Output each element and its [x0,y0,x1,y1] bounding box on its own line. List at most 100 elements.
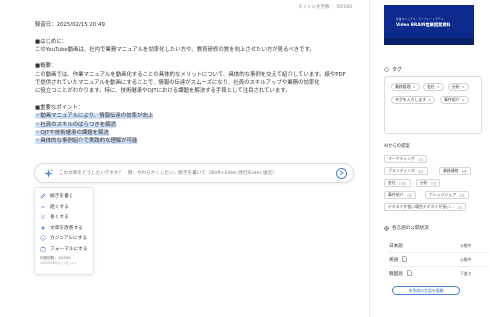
remove-tag-icon[interactable]: × [428,98,431,102]
language-status: 公開中 [460,243,472,248]
app-page: タイトル文字数： 50/100 録音日：2025/02/15 20:49 ■はじ… [0,0,490,317]
ai-sparkle-icon [41,166,55,180]
suggested-tag[interactable]: テキストが長い場合テキストが長い... 1件 [384,203,467,211]
menu-item-shorten[interactable]: 短くする [35,202,93,213]
suggested-tag-label: 業務連絡 [443,168,459,173]
point-item-text: ・社員のスキルのばらつきを解消 [35,121,116,128]
suggested-tag[interactable]: 業務連絡 8件 [439,167,472,175]
suggested-tag-count: 3件 [459,193,465,198]
suggested-tag-count: 7件 [406,193,413,198]
point-item: ・社員のスキルのばらつきを解消 [35,121,355,129]
right-sidebar: 作業マニュアル・テンプレートモデル Video BRAIN営業提案資料 タグ 業… [369,0,490,317]
overview-line: この動画では、作業マニュアルを動画化することの具体的なメリットについて、具体的な… [35,71,346,78]
tag-chip[interactable]: 事件紹介 × [440,96,469,104]
suggested-tag[interactable]: 事件紹介 7件 [384,191,417,199]
menu-item-label: フォーマルにする [50,246,88,252]
intro-heading: ■はじめに： [35,38,68,45]
suggested-tag-label: ブランディング [388,168,415,173]
overview-line: に役立つことがわかります。特に、技術継承やOJTにおける課題を解決する手段として… [35,88,291,95]
menu-item-label: 続きを書く [50,194,74,200]
point-item-text: ・動画マニュアルにより、情報伝達の効率が向上 [35,113,154,120]
remove-tag-icon[interactable]: × [462,85,465,89]
overview-heading: ■概要： [35,63,57,70]
menu-item-improve[interactable]: 文章を改善する [35,223,93,234]
point-item: ・OJTや技術継承の課題を解決 [35,129,355,137]
ai-action-menu: 続きを書く 短くする 長くする 文章を改善する カジュアルにする フォーマルにす… [34,187,94,275]
document-icon [407,270,412,278]
suggested-tag-count: 1件 [456,205,463,210]
thumbnail-stripe [384,38,474,45]
menu-item-casual[interactable]: カジュアルにする [35,233,93,244]
publish-title-label: 各言語の公開状況 [392,226,429,231]
point-item-text: ・具体的な事例紹介で実践的な理解が可能 [35,138,138,145]
ai-prompt-input[interactable] [59,167,336,179]
suggested-tag[interactable]: ブランディング 6件 [384,167,428,175]
point-item-text: ・OJTや技術継承の課題を解決 [35,129,109,136]
tag-chip-label: 業務管理 [395,84,411,89]
menu-item-lengthen[interactable]: 長くする [35,212,93,223]
suggested-tag-count: 1件 [417,157,424,162]
thumbnail-subtitle: 作業マニュアル・テンプレートモデル [396,17,444,21]
suggested-tag[interactable]: 分析 5件 [416,179,441,187]
language-row-english[interactable]: 英語 公開中 [389,254,485,266]
suggested-tag[interactable]: 金社 10件 [384,179,411,187]
briefcase-icon [40,246,46,252]
ai-suggestions-title: AIからの提案 [384,144,410,149]
remove-tag-icon[interactable]: × [413,85,416,89]
editor-area: タイトル文字数： 50/100 録音日：2025/02/15 20:49 ■はじ… [0,0,368,317]
menu-item-continue[interactable]: 続きを書く [35,191,93,202]
language-row-japanese[interactable]: 日本語 公開中 [389,240,485,252]
suggested-tag-label: テキストが長い場合テキストが長い... [388,204,454,209]
suggested-tag-count: 6件 [417,169,424,174]
suggested-tag-count: 8件 [461,169,468,174]
tag-chip-label: タグを入力します [395,97,427,102]
tag-chip[interactable]: 金社 × [423,83,444,91]
language-name: 日本語 [389,244,403,249]
publish-status-title: 各言語の公開状況 [384,225,429,231]
tag-chip-label: 事件紹介 [444,97,460,102]
language-row-korean[interactable]: 韓国語 下書き [389,268,485,280]
shorten-icon [40,204,46,210]
divider [389,266,489,267]
remove-tag-icon[interactable]: × [437,85,440,89]
suggested-tag[interactable]: マーケティング 1件 [384,155,428,163]
lengthen-icon [40,214,46,220]
video-thumbnail[interactable]: 作業マニュアル・テンプレートモデル Video BRAIN営業提案資料 [384,5,474,45]
suggested-tag-label: 事件紹介 [388,192,404,197]
sparkle-icon [40,225,46,231]
tag-chip[interactable]: 分析 × [448,83,469,91]
title-char-count: タイトル文字数： 50/100 [298,5,353,10]
menu-item-label: 短くする [50,204,69,210]
tags-title-label: タグ [392,67,403,73]
point-item: ・動画マニュアルにより、情報伝達の効率が向上 [35,112,355,120]
overview-line: で提供されていたマニュアルを動画にすることで、情報の伝達がスムーズになり、社員の… [35,80,320,87]
expand-languages-button[interactable]: 未作成の言語を展開 [392,286,460,295]
globe-icon [384,225,389,231]
ai-usage-info: 利用回数：10/100 (2025/04/01にリセット) [35,256,93,266]
smile-icon [40,235,46,241]
suggested-tag-label: 金社 [388,180,396,185]
language-name: 英語 [389,258,399,263]
tag-icon [384,67,389,72]
language-name: 韓国語 [389,272,403,277]
suggested-tag-count: 5件 [430,181,437,186]
menu-item-label: カジュアルにする [50,236,88,242]
points-heading: ■重要なポイント： [35,104,84,111]
text-editor[interactable]: 録音日：2025/02/15 20:49 ■はじめに： このYouTube動画は… [35,21,355,145]
suggested-tag[interactable]: ナレッジシェア 3件 [425,191,469,199]
divider [389,252,489,253]
ai-send-button[interactable] [336,167,347,179]
tags-section-title: タグ [384,66,402,73]
suggested-tag-count: 10件 [398,181,407,186]
tag-chip[interactable]: 業務管理 × [391,83,420,91]
thumbnail-title: Video BRAIN営業提案資料 [396,22,451,27]
remove-tag-icon[interactable]: × [462,98,465,102]
menu-item-formal[interactable]: フォーマルにする [35,244,93,255]
language-status: 下書き [460,271,472,276]
tag-chip[interactable]: タグを入力します × [391,96,436,104]
suggested-tag-label: 分析 [420,180,428,185]
suggested-tag-label: ナレッジシェア [429,192,457,197]
tag-input-box[interactable]: 業務管理 × 金社 × 分析 × タグを入力します × 事件紹介 × [384,76,482,134]
point-item: ・具体的な事例紹介で実践的な理解が可能 [35,137,355,145]
ai-prompt-bar [34,163,354,183]
